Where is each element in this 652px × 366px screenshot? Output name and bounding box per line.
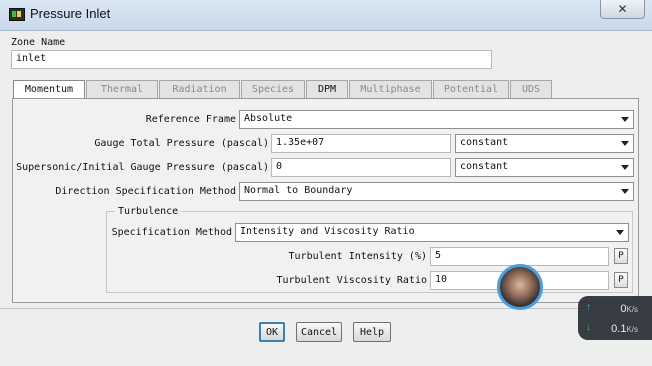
cancel-button[interactable]: Cancel xyxy=(296,322,342,342)
reference-frame-select[interactable]: Absolute xyxy=(239,110,634,129)
upload-arrow-icon: ↑ xyxy=(586,302,591,313)
gauge-total-pressure-field[interactable]: 1.35e+07 xyxy=(271,134,451,153)
supersonic-pressure-field[interactable]: 0 xyxy=(271,158,451,177)
download-speed-value: 0.1 xyxy=(611,323,627,335)
zone-name-label: Zone Name xyxy=(11,37,66,48)
direction-method-label: Direction Specification Method xyxy=(55,186,236,197)
chevron-down-icon xyxy=(621,189,629,194)
chevron-down-icon xyxy=(621,141,629,146)
tab-radiation[interactable]: Radiation xyxy=(159,80,240,98)
tab-dpm[interactable]: DPM xyxy=(306,80,348,98)
tab-momentum[interactable]: Momentum xyxy=(13,80,85,99)
chevron-down-icon xyxy=(621,165,629,170)
direction-method-select[interactable]: Normal to Boundary xyxy=(239,182,634,201)
turbulence-group-title: Turbulence xyxy=(115,206,182,217)
spec-method-label: Specification Method xyxy=(111,227,232,238)
zone-name-field[interactable]: inlet xyxy=(11,50,492,69)
tab-multiphase[interactable]: Multiphase xyxy=(349,80,432,98)
reference-frame-value: Absolute xyxy=(244,113,293,124)
supersonic-pressure-method[interactable]: constant xyxy=(455,158,634,177)
network-speed-widget[interactable]: ↑ 0K/s ↓ 0.1K/s xyxy=(578,296,652,340)
tab-thermal[interactable]: Thermal xyxy=(86,80,158,98)
help-button[interactable]: Help xyxy=(353,322,391,342)
tab-uds[interactable]: UDS xyxy=(510,80,552,98)
close-button[interactable]: ✕ xyxy=(600,0,645,19)
download-arrow-icon: ↓ xyxy=(586,322,591,333)
gauge-total-pressure-label: Gauge Total Pressure (pascal) xyxy=(94,138,269,149)
direction-method-value: Normal to Boundary xyxy=(244,185,353,196)
gauge-total-pressure-method-value: constant xyxy=(460,137,509,148)
upload-speed-unit: K/s xyxy=(626,305,638,314)
viscosity-ratio-label: Turbulent Viscosity Ratio xyxy=(276,275,427,286)
viscosity-ratio-param-button[interactable]: P xyxy=(614,272,628,288)
window-title: Pressure Inlet xyxy=(30,6,111,21)
download-speed-unit: K/s xyxy=(626,325,638,334)
turbulent-intensity-param-button[interactable]: P xyxy=(614,248,628,264)
ok-button[interactable]: OK xyxy=(259,322,285,342)
spec-method-value: Intensity and Viscosity Ratio xyxy=(240,226,415,237)
floating-avatar[interactable] xyxy=(497,264,543,310)
spec-method-select[interactable]: Intensity and Viscosity Ratio xyxy=(235,223,629,242)
tab-potential[interactable]: Potential xyxy=(433,80,509,98)
supersonic-pressure-label: Supersonic/Initial Gauge Pressure (pasca… xyxy=(16,162,269,173)
supersonic-pressure-method-value: constant xyxy=(460,161,509,172)
turbulent-intensity-label: Turbulent Intensity (%) xyxy=(288,251,427,262)
chevron-down-icon xyxy=(621,117,629,122)
reference-frame-label: Reference Frame xyxy=(145,114,236,125)
chevron-down-icon xyxy=(616,230,624,235)
title-bar: Pressure Inlet ✕ xyxy=(0,0,652,31)
tab-species[interactable]: Species xyxy=(241,80,305,98)
gauge-total-pressure-method[interactable]: constant xyxy=(455,134,634,153)
app-icon xyxy=(9,8,25,21)
button-separator xyxy=(0,308,652,309)
